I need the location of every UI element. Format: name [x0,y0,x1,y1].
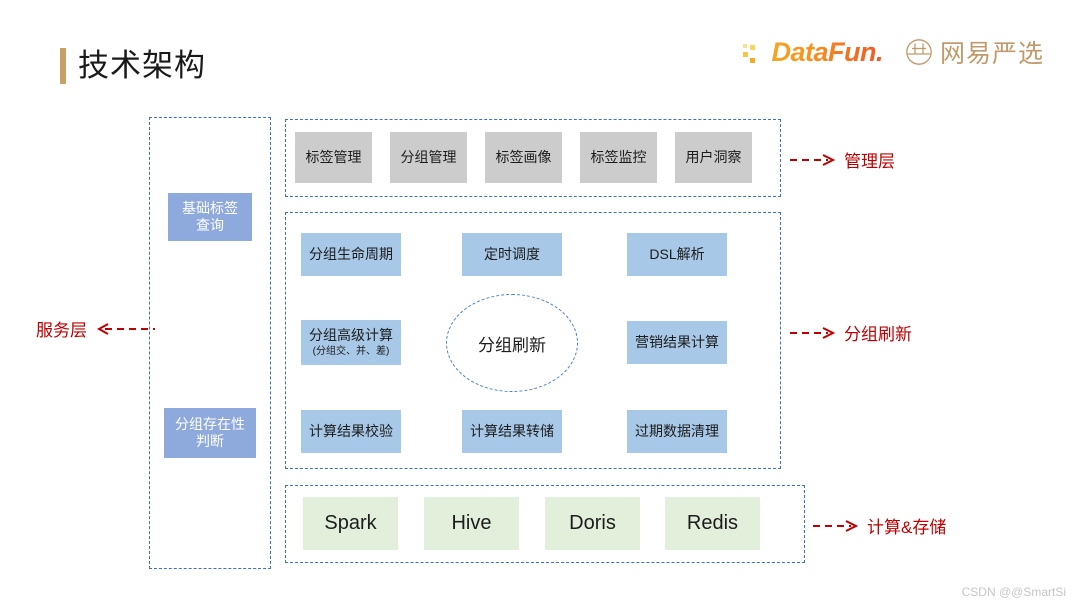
refresh-layer-item-0[interactable]: 分组生命周期 [301,233,401,276]
service-layer-item-0-line1: 基础标签 [182,199,238,216]
arrow-right-icon [813,519,859,532]
yanxuan-wordmark: 网易严选 [939,39,1044,68]
refresh-layer-item-2-label: DSL解析 [649,245,705,262]
annotation-compute-storage-layer: 计算&存储 [813,513,946,538]
brand-logos: DataFun. 网易严选 [742,34,1044,70]
refresh-layer-item-0-label: 分组生命周期 [309,245,393,262]
datafun-wordmark: DataFun. [771,36,883,67]
annotation-refresh-layer: 分组刷新 [790,320,912,345]
compute-storage-item-3[interactable]: Redis [665,497,760,550]
compute-storage-item-0[interactable]: Spark [303,497,398,550]
arrow-right-icon [790,153,836,166]
datafun-dots-icon [743,44,756,63]
yanxuan-logo: 网易严选 [905,34,1044,70]
annotation-compute-storage-layer-label: 计算&存储 [867,518,947,537]
management-layer-item-3[interactable]: 标签监控 [580,132,657,183]
refresh-layer-item-4[interactable]: 营销结果计算 [627,321,727,364]
management-layer-item-0[interactable]: 标签管理 [295,132,372,183]
refresh-layer-item-3[interactable]: 分组高级计算 (分组交、并、差) [301,320,401,365]
refresh-layer-item-3-sub: (分组交、并、差) [312,346,390,357]
refresh-layer-item-1[interactable]: 定时调度 [462,233,562,276]
management-layer-item-4-label: 用户洞察 [685,148,742,165]
service-layer-container [149,117,271,569]
title-text: 技术架构 [78,48,206,83]
slide-canvas: 技术架构 DataFun. 网易严选 基础标签 查询 分组存在性 判断 服务层 … [0,0,1080,605]
refresh-layer-item-7[interactable]: 过期数据清理 [627,410,727,453]
arrow-left-icon [96,322,155,335]
service-layer-item-1-line1: 分组存在性 [175,415,245,432]
service-layer-item-1[interactable]: 分组存在性 判断 [164,408,256,458]
refresh-layer-item-6[interactable]: 计算结果转储 [462,410,562,453]
compute-storage-item-2[interactable]: Doris [545,497,640,550]
compute-storage-item-2-label: Doris [569,512,616,534]
annotation-management-layer: 管理层 [790,147,895,172]
compute-storage-item-0-label: Spark [324,512,377,534]
management-layer-item-1[interactable]: 分组管理 [390,132,467,183]
refresh-layer-item-6-label: 计算结果转储 [470,422,554,439]
datafun-logo: DataFun. [742,37,883,68]
title-accent-bar [60,48,66,84]
management-layer-item-1-label: 分组管理 [400,148,457,165]
refresh-layer-item-7-label: 过期数据清理 [635,422,719,439]
page-title: 技术架构 [60,48,206,84]
compute-storage-item-1-label: Hive [451,512,492,534]
annotation-service-layer: 服务层 [36,316,157,341]
refresh-layer-item-3-label: 分组高级计算 [309,326,393,343]
refresh-layer-item-5-label: 计算结果校验 [309,422,393,439]
refresh-layer-item-2[interactable]: DSL解析 [627,233,727,276]
management-layer-item-2[interactable]: 标签画像 [485,132,562,183]
refresh-layer-item-4-label: 营销结果计算 [635,333,719,350]
management-layer-item-3-label: 标签监控 [590,148,647,165]
watermark: CSDN @@SmartSi [961,585,1066,599]
service-layer-item-0-line2: 查询 [196,217,224,233]
annotation-management-layer-label: 管理层 [844,152,895,171]
refresh-center-ellipse: 分组刷新 [446,294,578,392]
service-layer-item-0[interactable]: 基础标签 查询 [168,193,252,241]
management-layer-item-4[interactable]: 用户洞察 [675,132,752,183]
management-layer-item-2-label: 标签画像 [495,148,552,165]
compute-storage-item-1[interactable]: Hive [424,497,519,550]
refresh-layer-item-1-label: 定时调度 [484,245,540,262]
refresh-layer-item-5[interactable]: 计算结果校验 [301,410,401,453]
refresh-center-label: 分组刷新 [478,335,546,355]
annotation-refresh-layer-label: 分组刷新 [844,325,912,344]
annotation-service-layer-label: 服务层 [36,321,87,340]
arrow-right-icon [790,326,836,339]
compute-storage-item-3-label: Redis [686,512,739,534]
management-layer-item-0-label: 标签管理 [305,148,362,165]
yanxuan-circle-icon [906,39,932,65]
service-layer-item-1-line2: 判断 [196,433,224,449]
